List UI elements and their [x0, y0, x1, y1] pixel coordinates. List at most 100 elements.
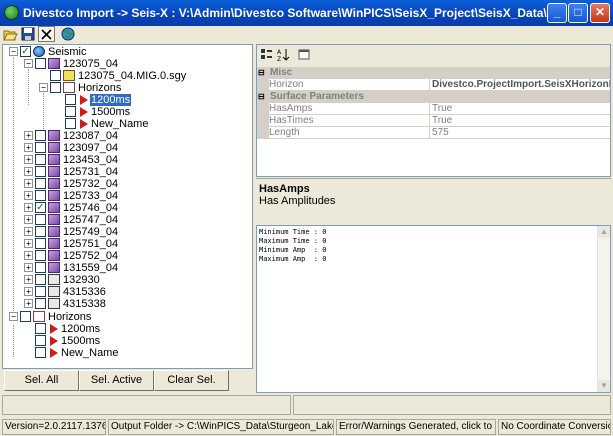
- property-toolbar: AZ: [257, 45, 610, 67]
- open-folder-icon[interactable]: [2, 26, 19, 42]
- sgy-file-icon: [63, 70, 75, 81]
- tree-label-selected: 1200ms: [90, 94, 132, 106]
- close-button[interactable]: ✕: [590, 3, 610, 23]
- horizon-checkbox[interactable]: [65, 94, 76, 105]
- seismic-volume-icon: [48, 166, 60, 177]
- tree-item-root-horizons[interactable]: − Horizons: [3, 311, 252, 323]
- horizon-checkbox[interactable]: [35, 323, 46, 334]
- property-name: HasAmps: [269, 103, 429, 115]
- survey-checkbox[interactable]: [35, 142, 46, 153]
- scroll-up-arrow-icon[interactable]: ▲: [598, 226, 610, 238]
- property-row-hastimes[interactable]: HasTimes True: [257, 115, 610, 127]
- maximize-button[interactable]: □: [568, 3, 588, 23]
- tree-label: New_Name: [61, 347, 119, 359]
- tree-item-survey[interactable]: + 125731_04: [3, 166, 252, 178]
- horizon-checkbox[interactable]: [35, 347, 46, 358]
- survey-checkbox[interactable]: [35, 262, 46, 273]
- seismic-volume-icon: [48, 250, 60, 261]
- sort-alphabetical-icon[interactable]: AZ: [276, 47, 291, 63]
- survey-checkbox[interactable]: [35, 166, 46, 177]
- tree-item-horizon[interactable]: 1200ms: [3, 94, 252, 106]
- close-x-icon[interactable]: [38, 26, 55, 42]
- tree-item-survey[interactable]: + 123453_04: [3, 154, 252, 166]
- tree-item-seismic[interactable]: − ✓ Seismic: [3, 46, 252, 58]
- log-scrollbar[interactable]: ▲ ▼: [597, 226, 610, 392]
- tree-item-horizon[interactable]: 1200ms: [3, 323, 252, 335]
- survey-checkbox[interactable]: [35, 214, 46, 225]
- categorized-icon[interactable]: [259, 47, 274, 62]
- tree-item-survey[interactable]: + 123097_04: [3, 142, 252, 154]
- seismic-checkbox[interactable]: ✓: [20, 46, 31, 57]
- tree-item-grid[interactable]: + 132930: [3, 274, 252, 286]
- tree-item-horizon[interactable]: New_Name: [3, 347, 252, 359]
- property-value: 575: [429, 127, 610, 139]
- tree-item-horizon[interactable]: New_Name: [3, 118, 252, 130]
- tree-label: 1200ms: [61, 323, 101, 335]
- category-surface-parameters[interactable]: ⊟ Surface Parameters: [257, 91, 610, 103]
- property-row-length[interactable]: Length 575: [257, 127, 610, 139]
- progress-panel-left: [2, 395, 291, 415]
- tree-label: 123097_04: [63, 142, 119, 154]
- window-title: Divestco Import -> Seis-X : V:\Admin\Div…: [23, 6, 553, 20]
- survey-checkbox[interactable]: [35, 58, 46, 69]
- select-all-button[interactable]: Sel. All: [4, 370, 79, 391]
- property-pages-icon[interactable]: [297, 47, 312, 62]
- red-flag-icon: [50, 336, 58, 346]
- grid-checkbox[interactable]: [35, 274, 46, 285]
- property-row-horizon[interactable]: Horizon Divestco.ProjectImport.SeisXHori…: [257, 79, 610, 91]
- tree-item-horizon[interactable]: 1500ms: [3, 106, 252, 118]
- seismic-volume-icon: [48, 214, 60, 225]
- tree-item-grid[interactable]: + 4315338: [3, 298, 252, 310]
- survey-checkbox[interactable]: [35, 238, 46, 249]
- horizon-checkbox[interactable]: [65, 106, 76, 117]
- tree-item-survey[interactable]: + ✓ 125746_04: [3, 202, 252, 214]
- log-line: Maximum Amp : 0: [259, 255, 327, 263]
- tree-item-survey[interactable]: − 123075_04: [3, 58, 252, 70]
- tree-item-survey[interactable]: + 131559_04: [3, 262, 252, 274]
- property-name: Length: [269, 127, 429, 139]
- tree-item-survey[interactable]: + 125752_04: [3, 250, 252, 262]
- tree-item-survey[interactable]: + 125751_04: [3, 238, 252, 250]
- layer-tree[interactable]: − ✓ Seismic − 123075_04 123075_04.MIG.0.…: [2, 44, 253, 369]
- horizon-checkbox[interactable]: [65, 118, 76, 129]
- category-misc[interactable]: ⊟ Misc: [257, 67, 610, 79]
- horizons-checkbox[interactable]: [50, 82, 61, 93]
- grid-checkbox[interactable]: [35, 298, 46, 309]
- tree-item-survey[interactable]: + 125749_04: [3, 226, 252, 238]
- help-description: Has Amplitudes: [259, 195, 336, 207]
- tree-item-survey[interactable]: + 125747_04: [3, 214, 252, 226]
- horizons-checkbox[interactable]: [20, 311, 31, 322]
- file-checkbox[interactable]: [50, 70, 61, 81]
- tree-item-grid[interactable]: + 4315336: [3, 286, 252, 298]
- tree-item-survey[interactable]: + 123087_04: [3, 130, 252, 142]
- tree-label: 125751_04: [63, 238, 119, 250]
- select-active-button[interactable]: Sel. Active: [79, 370, 154, 391]
- seismic-volume-icon: [48, 238, 60, 249]
- clear-selection-button[interactable]: Clear Sel.: [154, 370, 229, 391]
- property-row-hasamps[interactable]: HasAmps True: [257, 103, 610, 115]
- tree-item-horizons[interactable]: − Horizons: [3, 82, 252, 94]
- minimize-button[interactable]: _: [547, 3, 567, 23]
- save-icon[interactable]: [20, 26, 37, 42]
- seismic-volume-icon: [48, 178, 60, 189]
- tree-item-survey[interactable]: + 125733_04: [3, 190, 252, 202]
- seismic-volume-icon: [48, 130, 60, 141]
- survey-checkbox[interactable]: [35, 130, 46, 141]
- scroll-down-arrow-icon[interactable]: ▼: [598, 380, 610, 392]
- survey-checkbox[interactable]: [35, 154, 46, 165]
- progress-area: [0, 393, 613, 418]
- survey-checkbox[interactable]: [35, 178, 46, 189]
- survey-checkbox[interactable]: [35, 226, 46, 237]
- tree-label: 4315338: [63, 298, 106, 310]
- tree-item-survey[interactable]: + 125732_04: [3, 178, 252, 190]
- globe-icon[interactable]: [60, 26, 77, 42]
- grid-checkbox[interactable]: [35, 286, 46, 297]
- horizon-checkbox[interactable]: [35, 335, 46, 346]
- survey-checkbox[interactable]: [35, 190, 46, 201]
- warnings-status[interactable]: Error/Warnings Generated, click to view.: [336, 419, 496, 435]
- survey-checkbox[interactable]: ✓: [35, 202, 46, 213]
- survey-checkbox[interactable]: [35, 250, 46, 261]
- tree-item-horizon[interactable]: 1500ms: [3, 335, 252, 347]
- tree-item-sgy-file[interactable]: 123075_04.MIG.0.sgy: [3, 70, 252, 82]
- log-output[interactable]: Minimum Time : 0 Maximum Time : 0 Minimu…: [256, 225, 611, 393]
